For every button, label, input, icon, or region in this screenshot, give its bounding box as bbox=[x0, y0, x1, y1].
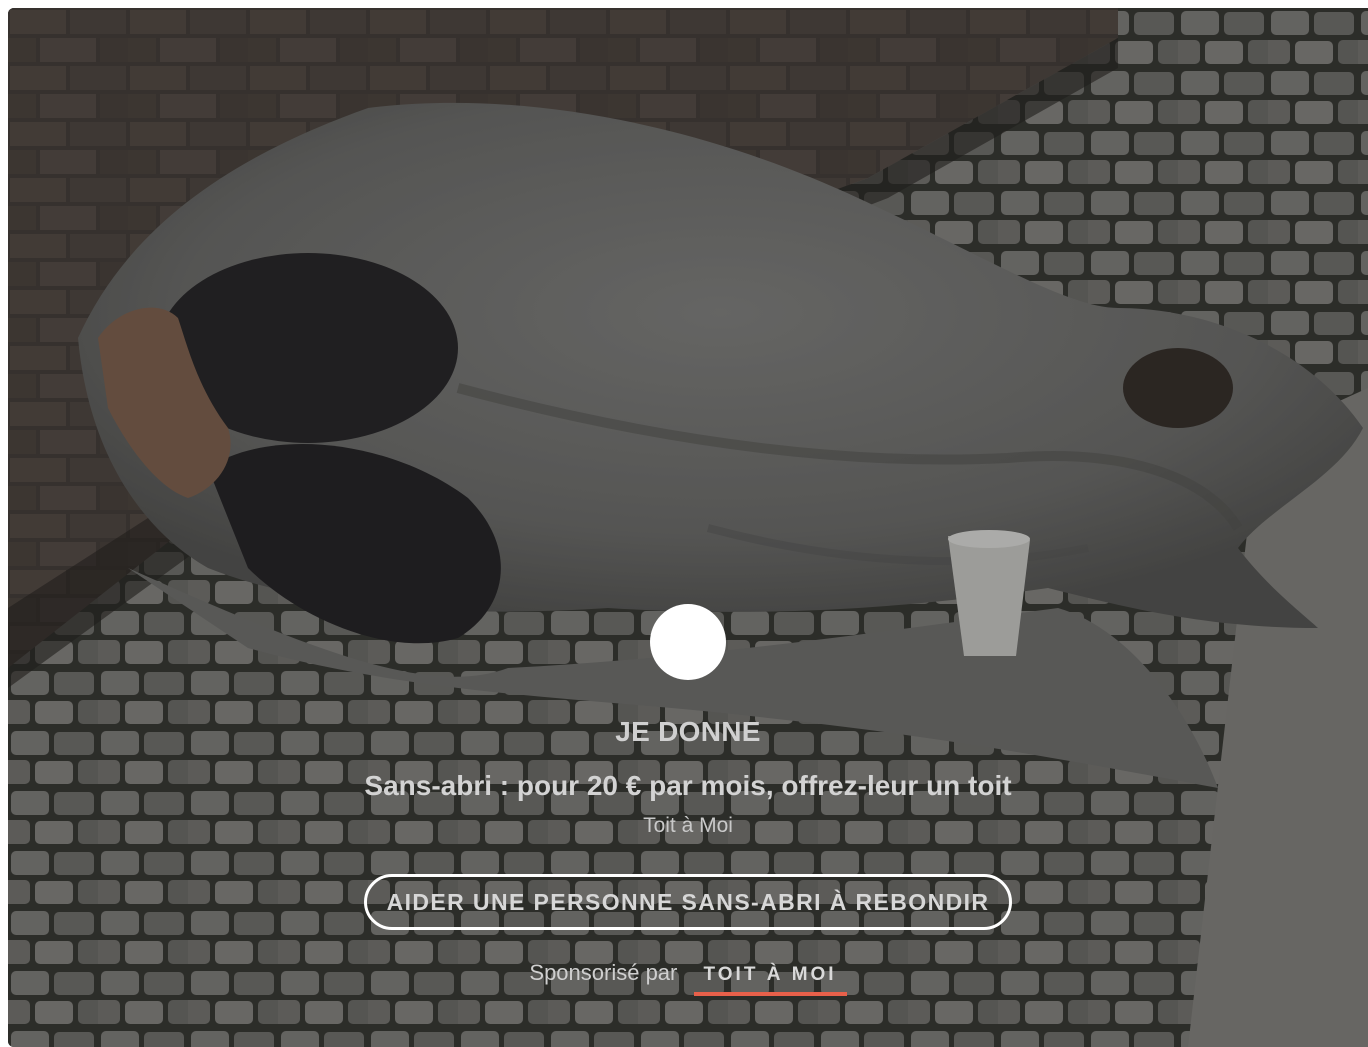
sponsor-link[interactable]: TOIT À MOI bbox=[693, 964, 847, 996]
sponsor-line: Sponsorisé par TOIT À MOI bbox=[8, 960, 1368, 996]
cta-button[interactable]: AIDER UNE PERSONNE SANS-ABRI À REBONDIR bbox=[363, 874, 1013, 930]
ad-card[interactable]: JE DONNE Sans-abri : pour 20 € par mois,… bbox=[8, 8, 1368, 1047]
play-button-icon[interactable] bbox=[650, 604, 726, 680]
ad-kicker: JE DONNE bbox=[615, 716, 761, 747]
ad-headline[interactable]: Sans-abri : pour 20 € par mois, offrez-l… bbox=[8, 770, 1368, 802]
advertiser-name: Toit à Moi bbox=[643, 814, 733, 837]
sponsored-label: Sponsorisé par bbox=[529, 960, 678, 985]
ad-content: JE DONNE Sans-abri : pour 20 € par mois,… bbox=[8, 604, 1368, 996]
